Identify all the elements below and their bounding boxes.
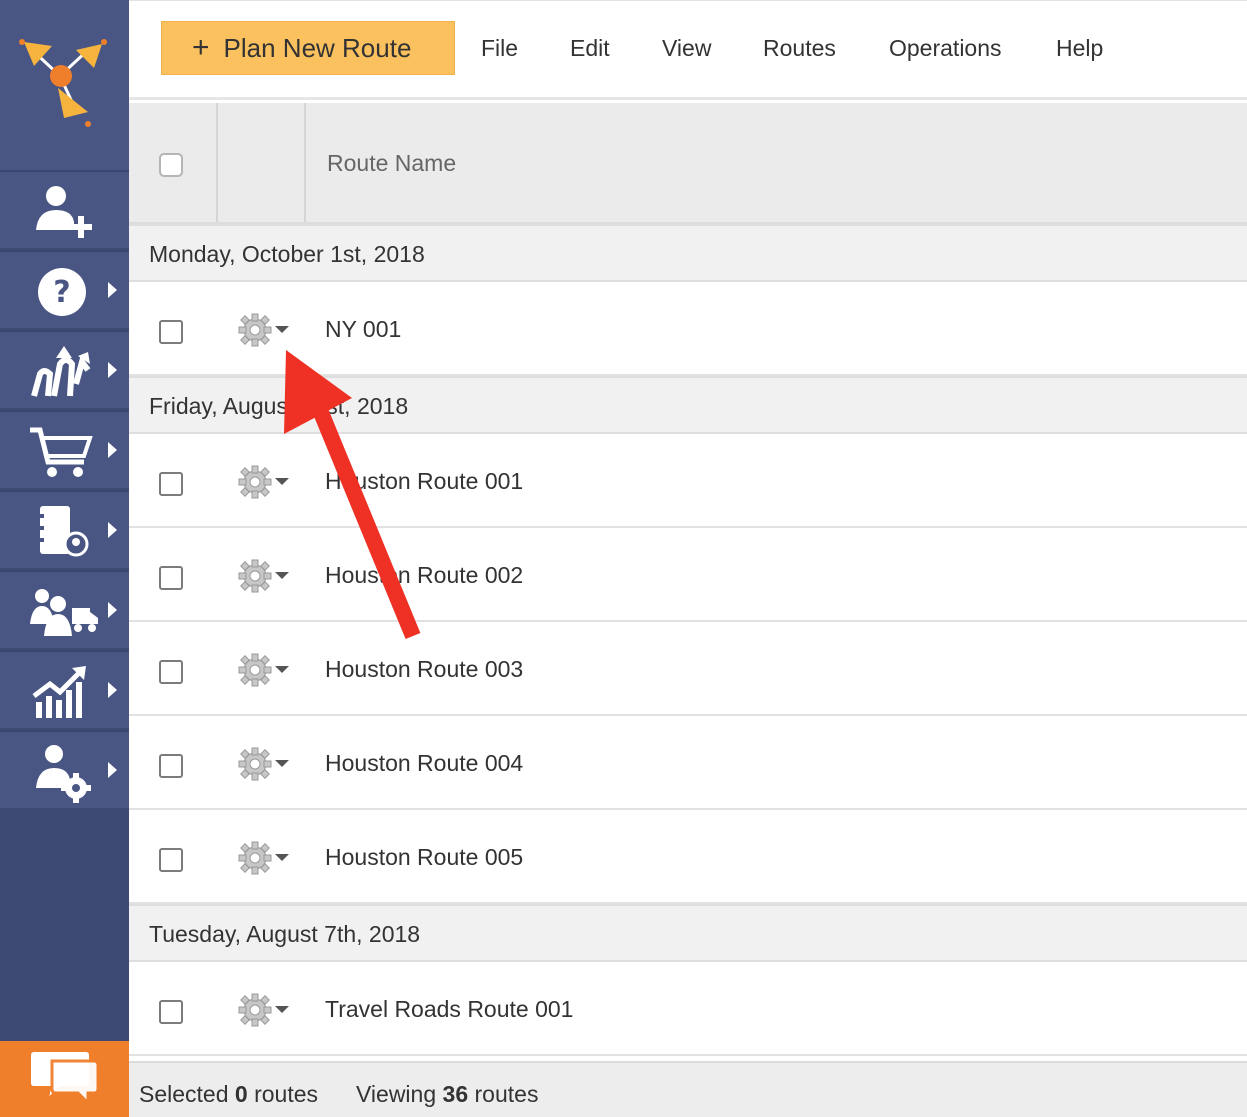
menu-bar: + Plan New Route File Edit View Routes O…: [129, 0, 1247, 100]
annotation-arrow-icon: [284, 350, 421, 640]
sidebar-item-settings[interactable]: [0, 730, 129, 808]
sidebar-item-analytics[interactable]: [0, 650, 129, 728]
row-actions-menu[interactable]: [237, 840, 293, 876]
row-checkbox[interactable]: [159, 472, 183, 496]
chevron-down-icon: [275, 854, 289, 861]
table-header: Route Name: [129, 103, 1247, 224]
menu-file[interactable]: File: [481, 35, 518, 62]
sidebar-item-routes[interactable]: [0, 330, 129, 408]
submenu-caret-icon: [108, 682, 117, 698]
menu-help[interactable]: Help: [1056, 35, 1103, 62]
menu-operations[interactable]: Operations: [889, 35, 1002, 62]
help-icon: ?: [38, 268, 86, 316]
viewing-count-status: Viewing 36 routes: [356, 1081, 538, 1108]
user-settings-icon: [36, 745, 91, 803]
chevron-down-icon: [275, 326, 289, 333]
chevron-down-icon: [275, 1006, 289, 1013]
sidebar-item-team[interactable]: [0, 570, 129, 648]
logo[interactable]: [0, 0, 129, 170]
submenu-caret-icon: [108, 282, 117, 298]
gear-icon: [238, 313, 272, 347]
select-all-checkbox[interactable]: [159, 153, 183, 177]
analytics-icon: [32, 666, 86, 718]
sidebar-item-add-user[interactable]: [0, 170, 129, 248]
date-group-header: Monday, October 1st, 2018: [129, 224, 1247, 282]
row-checkbox[interactable]: [159, 1000, 183, 1024]
team-vehicle-icon: [30, 589, 98, 636]
route-name[interactable]: Houston Route 004: [325, 750, 523, 777]
actions-column-header: [218, 103, 306, 222]
row-checkbox[interactable]: [159, 848, 183, 872]
date-group-label: Monday, October 1st, 2018: [149, 241, 425, 267]
table-row[interactable]: Travel Roads Route 001: [129, 962, 1247, 1056]
submenu-caret-icon: [108, 442, 117, 458]
plus-icon: +: [192, 31, 210, 64]
cart-icon: [30, 427, 93, 477]
menu-routes[interactable]: Routes: [763, 35, 836, 62]
plan-new-route-label: Plan New Route: [223, 32, 412, 63]
date-group-header: Tuesday, August 7th, 2018: [129, 904, 1247, 962]
row-checkbox[interactable]: [159, 566, 183, 590]
row-checkbox[interactable]: [159, 320, 183, 344]
selected-count: 0: [234, 1081, 248, 1107]
row-actions-menu[interactable]: [237, 992, 293, 1028]
route4me-logo-icon: [19, 39, 107, 127]
menu-edit[interactable]: Edit: [570, 35, 610, 62]
selected-suffix: routes: [254, 1081, 319, 1107]
row-checkbox[interactable]: [159, 660, 183, 684]
submenu-caret-icon: [108, 362, 117, 378]
submenu-caret-icon: [108, 602, 117, 618]
checkbox-column-header: [129, 103, 218, 222]
viewing-count: 36: [442, 1081, 469, 1107]
submenu-caret-icon: [108, 522, 117, 538]
route-name-column-header[interactable]: Route Name: [327, 150, 456, 177]
gear-icon: [238, 653, 272, 687]
user-add-icon: [36, 186, 92, 238]
sidebar-item-orders[interactable]: [0, 410, 129, 488]
status-footer: Selected 0 routes Viewing 36 routes: [129, 1061, 1247, 1117]
chevron-down-icon: [275, 760, 289, 767]
viewing-suffix: routes: [474, 1081, 539, 1107]
gear-icon: [238, 559, 272, 593]
row-actions-menu[interactable]: [237, 652, 293, 688]
route-name[interactable]: NY 001: [325, 316, 401, 343]
table-row[interactable]: Houston Route 005: [129, 810, 1247, 904]
route-name[interactable]: Travel Roads Route 001: [325, 996, 573, 1023]
row-actions-menu[interactable]: [237, 746, 293, 782]
chat-icon: [29, 1050, 100, 1107]
selected-prefix: Selected: [139, 1081, 229, 1107]
svg-text:?: ?: [53, 275, 70, 310]
gear-icon: [238, 993, 272, 1027]
viewing-prefix: Viewing: [356, 1081, 437, 1107]
gear-icon: [238, 465, 272, 499]
chat-button[interactable]: [0, 1041, 129, 1117]
route-name[interactable]: Houston Route 003: [325, 656, 523, 683]
sidebar-item-help[interactable]: ?: [0, 250, 129, 328]
sidebar-item-address-book[interactable]: [0, 490, 129, 568]
address-book-icon: [36, 506, 89, 557]
table-row[interactable]: Houston Route 004: [129, 716, 1247, 810]
gear-icon: [238, 841, 272, 875]
submenu-caret-icon: [108, 762, 117, 778]
row-checkbox[interactable]: [159, 754, 183, 778]
plan-new-route-button[interactable]: + Plan New Route: [161, 21, 455, 75]
menu-view[interactable]: View: [662, 35, 711, 62]
date-group-label: Tuesday, August 7th, 2018: [149, 921, 421, 947]
routes-icon: [31, 346, 91, 397]
gear-icon: [238, 747, 272, 781]
route-name[interactable]: Houston Route 005: [325, 844, 523, 871]
sidebar: ?: [0, 0, 129, 1117]
selected-count-status: Selected 0 routes: [139, 1081, 318, 1108]
chevron-down-icon: [275, 666, 289, 673]
